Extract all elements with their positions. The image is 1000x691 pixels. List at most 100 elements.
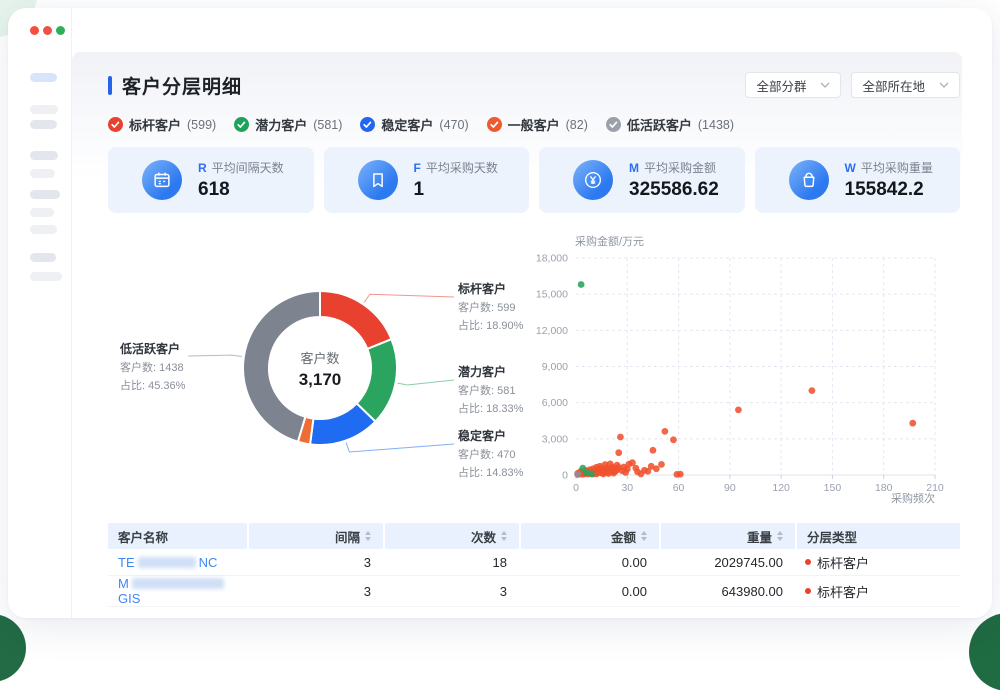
interval-cell: 3	[247, 549, 383, 576]
decorative-circle-bottom-right	[969, 613, 1000, 691]
stat-label: 平均间隔天数	[212, 161, 284, 175]
stat-text: R平均间隔天数618	[198, 159, 284, 201]
weight-cell: 643980.00	[659, 576, 795, 607]
x-tick-label: 0	[573, 482, 579, 494]
stat-card-value: 1	[414, 179, 498, 201]
legend-count: (581)	[313, 118, 342, 132]
donut-callout-line-2	[346, 443, 454, 452]
sidebar-item-4[interactable]	[30, 169, 55, 178]
sidebar-item-9[interactable]	[30, 272, 62, 281]
sidebar-item-5[interactable]	[30, 190, 60, 199]
location-filter-label: 全部所在地	[862, 76, 925, 95]
legend-item-4[interactable]: 低活跃客户(1438)	[606, 115, 734, 134]
sidebar-item-1[interactable]	[30, 105, 58, 114]
legend-item-0[interactable]: 标杆客户(599)	[108, 115, 216, 134]
check-circle-icon	[234, 117, 249, 132]
callout-title: 低活跃客户	[120, 340, 230, 357]
charts-section: 03,0006,0009,00012,00015,00018,000030609…	[108, 230, 960, 523]
name-part: TE	[118, 555, 135, 570]
decorative-circle-bottom-left	[0, 614, 26, 682]
donut-callout-稳定客户: 稳定客户客户数: 470占比: 14.83%	[458, 427, 568, 480]
stat-cards: R平均间隔天数618F平均采购天数1M平均采购金额325586.62W平均采购重…	[108, 147, 960, 213]
scatter-series-1	[578, 281, 595, 477]
stat-text: F平均采购天数1	[414, 159, 498, 201]
column-header-3[interactable]: 金额	[519, 523, 659, 549]
name-part: NC	[199, 555, 218, 570]
x-tick-label: 180	[875, 482, 893, 494]
customer-tier-legend: 标杆客户(599) 潜力客户 (581) 稳定客户(470) 一般客户(82) 低活跃客户…	[108, 115, 960, 134]
column-header-0: 客户名称	[108, 523, 247, 549]
column-header-inner: 分层类型	[807, 527, 857, 546]
sort-asc-icon	[501, 531, 507, 535]
close-button[interactable]	[30, 26, 39, 35]
donut-callout-line-0	[364, 294, 454, 302]
x-tick-label: 150	[824, 482, 842, 494]
column-header-1[interactable]: 间隔	[247, 523, 383, 549]
legend-label: 低活跃客户	[627, 115, 692, 134]
calendar-icon	[142, 160, 182, 200]
column-header-4[interactable]: 重量	[659, 523, 795, 549]
legend-item-2[interactable]: 稳定客户(470)	[360, 115, 468, 134]
title-accent-bar	[108, 76, 112, 95]
segment-filter-dropdown[interactable]: 全部分群	[745, 72, 841, 98]
scatter-point	[658, 461, 665, 468]
sidebar-item-8[interactable]	[30, 253, 56, 262]
times-cell: 3	[383, 576, 519, 607]
sidebar-nav	[30, 35, 71, 281]
customer-name-link[interactable]: TE NC	[118, 555, 217, 570]
stat-card-M: M平均采购金额325586.62	[539, 147, 745, 213]
yen-icon	[573, 160, 613, 200]
sidebar-item-6[interactable]	[30, 208, 54, 217]
location-filter-dropdown[interactable]: 全部所在地	[851, 72, 960, 98]
customer-name-cell: MGIS	[108, 576, 247, 607]
scatter-point	[617, 434, 624, 441]
sidebar-item-2[interactable]	[30, 120, 57, 129]
amount-cell: 0.00	[519, 576, 659, 607]
x-tick-label: 30	[621, 482, 633, 494]
callout-title: 稳定客户	[458, 427, 568, 444]
callout-count: 客户数: 1438	[120, 359, 230, 375]
stat-prefix: M	[629, 161, 639, 175]
donut-center-label: 客户数 3,170	[275, 348, 365, 390]
tier-label: 标杆客户	[817, 582, 869, 601]
column-label: 客户名称	[118, 527, 168, 546]
sidebar-item-7[interactable]	[30, 225, 57, 234]
customer-name-link[interactable]: MGIS	[118, 576, 227, 606]
sidebar-item-0[interactable]	[30, 73, 57, 82]
sort-desc-icon	[641, 537, 647, 541]
callout-pct: 占比: 14.83%	[458, 464, 568, 480]
x-axis-title: 采购频次	[891, 491, 935, 505]
donut-callout-标杆客户: 标杆客户客户数: 599占比: 18.90%	[458, 280, 568, 333]
legend-count: (82)	[566, 118, 588, 132]
sort-asc-icon	[365, 531, 371, 535]
sidebar-item-3[interactable]	[30, 151, 58, 160]
panel-header: 客户分层明细 全部分群 全部所在地	[108, 70, 960, 100]
scatter-point	[578, 281, 585, 288]
legend-item-3[interactable]: 一般客户(82)	[487, 115, 588, 134]
segment-filter-label: 全部分群	[756, 76, 806, 95]
callout-title: 潜力客户	[458, 363, 568, 380]
legend-item-1[interactable]: 潜力客户 (581)	[234, 115, 342, 134]
tier-type-cell: 标杆客户	[795, 576, 960, 607]
scatter-point	[650, 447, 657, 454]
column-header-2[interactable]: 次数	[383, 523, 519, 549]
bookmark-icon	[358, 160, 398, 200]
customer-table: 客户名称间隔次数金额重量分层类型 TENC3180.002029745.00标杆…	[108, 523, 960, 607]
scatter-chart: 03,0006,0009,00012,00015,00018,000030609…	[536, 234, 944, 505]
donut-center-title: 客户数	[275, 348, 365, 367]
stat-card-value: 618	[198, 179, 284, 201]
stat-card-value: 155842.2	[845, 179, 933, 201]
tier-type: 标杆客户	[805, 582, 869, 601]
column-label: 次数	[471, 527, 496, 546]
sort-desc-icon	[365, 537, 371, 541]
stat-prefix: W	[845, 161, 856, 175]
scatter-point	[661, 428, 668, 435]
check-circle-icon	[606, 117, 621, 132]
x-tick-label: 60	[673, 482, 685, 494]
legend-label: 潜力客户	[255, 115, 307, 134]
maximize-button[interactable]	[56, 26, 65, 35]
minimize-button[interactable]	[43, 26, 52, 35]
column-header-inner: 客户名称	[118, 527, 168, 546]
scatter-point	[670, 436, 677, 443]
x-tick-label: 90	[724, 482, 736, 494]
